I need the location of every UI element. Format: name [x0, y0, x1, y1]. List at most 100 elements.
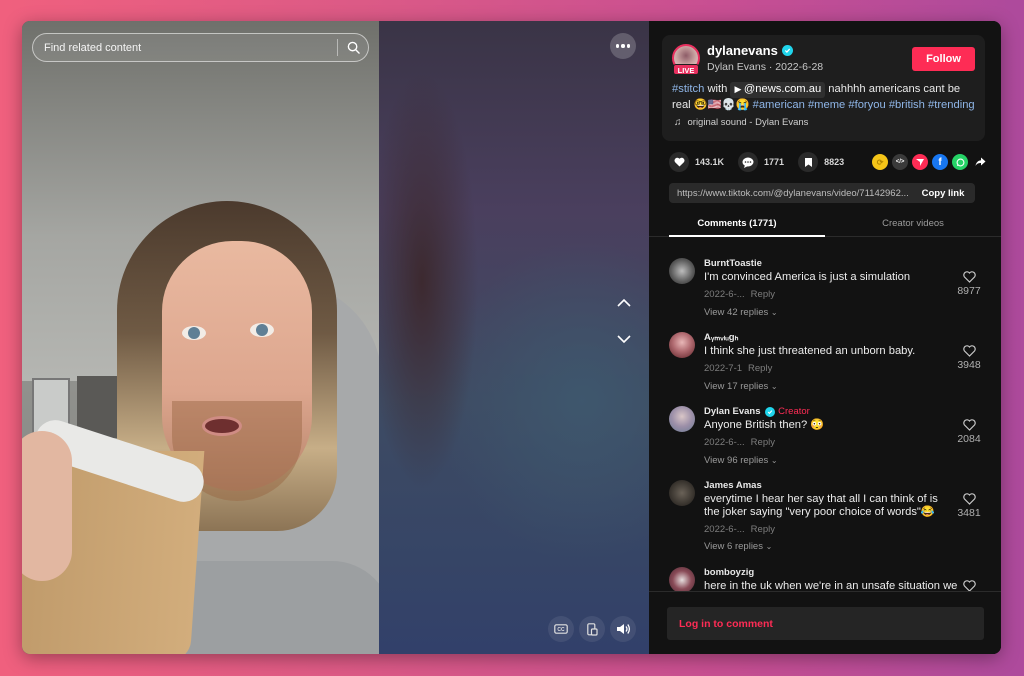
- reply-button[interactable]: Reply: [751, 289, 775, 300]
- heart-outline-icon: [962, 580, 976, 591]
- share-targets: ⟳ </> f: [872, 154, 988, 170]
- video-frame[interactable]: [22, 21, 379, 654]
- more-options-dot: [626, 44, 631, 48]
- commenter-avatar[interactable]: [669, 480, 695, 506]
- author-username-row[interactable]: dylanevans: [707, 43, 793, 58]
- comment-like-button[interactable]: 3948: [956, 345, 982, 371]
- comment-like-count: 3481: [957, 507, 981, 519]
- embed-code-icon: </>: [895, 159, 905, 165]
- volume-button[interactable]: [610, 616, 636, 642]
- repost-icon: ⟳: [876, 157, 884, 167]
- hashtag-link[interactable]: #foryou: [848, 99, 885, 111]
- chevron-down-icon: ⌄: [770, 382, 778, 391]
- related-search-input[interactable]: [33, 41, 337, 54]
- view-replies-button[interactable]: View 42 replies ⌄: [704, 307, 778, 318]
- more-options-icon: [615, 44, 620, 48]
- login-to-comment-button[interactable]: Log in to comment: [667, 607, 984, 640]
- send-to-friends-button[interactable]: [912, 154, 929, 170]
- commenter-name[interactable]: Aᵧₘᵥₗᵤgₕ: [704, 332, 738, 343]
- save-button[interactable]: 8823: [798, 152, 844, 172]
- save-circle: [798, 152, 819, 172]
- comment-list[interactable]: BurntToastie I'm convinced America is ju…: [649, 238, 1001, 591]
- comment-like-count: 8977: [957, 285, 981, 297]
- heart-outline-icon: [962, 345, 976, 357]
- hashtag-link[interactable]: #meme: [808, 99, 845, 111]
- send-icon: [916, 159, 925, 166]
- comment-like-button[interactable]: 3481: [956, 493, 982, 519]
- commenter-name[interactable]: James Amas: [704, 480, 762, 491]
- comment-date: 2022-6-...: [704, 437, 745, 448]
- whatsapp-share-button[interactable]: [952, 154, 969, 170]
- commenter-name-row[interactable]: Dylan Evans Creator: [704, 406, 810, 417]
- commenter-avatar[interactable]: [669, 332, 695, 358]
- video-player[interactable]: CC: [22, 21, 649, 654]
- author-username[interactable]: dylanevans: [707, 43, 778, 58]
- creator-label: Creator: [778, 406, 810, 417]
- comment-like-button[interactable]: 2084: [956, 419, 982, 445]
- author-subline: Dylan Evans · 2022-6-28: [707, 61, 824, 73]
- search-button[interactable]: [338, 33, 368, 62]
- tab-comments[interactable]: Comments (1771): [649, 213, 825, 237]
- comment-circle: [738, 152, 759, 172]
- comment-like-button[interactable]: [956, 580, 982, 591]
- action-bar: 143.1K 1771 8823 ⟳ </> f: [669, 151, 986, 173]
- view-replies-label: View 42 replies: [704, 307, 769, 318]
- more-options-button[interactable]: [610, 33, 636, 59]
- commenter-avatar[interactable]: [669, 567, 695, 591]
- comment-meta: 2022-6-... Reply: [704, 437, 775, 448]
- view-replies-button[interactable]: View 6 replies ⌄: [704, 541, 772, 552]
- comment-meta: 2022-6-... Reply: [704, 524, 775, 535]
- bookmark-icon: [804, 157, 812, 167]
- view-replies-button[interactable]: View 96 replies ⌄: [704, 455, 778, 466]
- next-video-button[interactable]: [613, 328, 635, 350]
- save-count: 8823: [824, 157, 845, 167]
- tab-creator-videos[interactable]: Creator videos: [825, 213, 1001, 236]
- reply-button[interactable]: Reply: [748, 363, 772, 374]
- play-icon: ▶: [734, 84, 744, 94]
- reply-button[interactable]: Reply: [751, 437, 775, 448]
- comment-date: 2022-6-...: [704, 289, 745, 300]
- more-options-dot: [621, 44, 625, 48]
- sound-link[interactable]: ♫ original sound - Dylan Evans: [674, 117, 808, 128]
- whatsapp-icon: [956, 158, 965, 166]
- commenter-avatar[interactable]: [669, 406, 695, 432]
- captions-button[interactable]: CC: [548, 616, 574, 642]
- view-replies-button[interactable]: View 17 replies ⌄: [704, 381, 778, 392]
- commenter-name[interactable]: Dylan Evans: [704, 406, 761, 417]
- comment-button[interactable]: 1771: [738, 152, 784, 172]
- related-search-box[interactable]: [32, 33, 369, 62]
- hashtag-link[interactable]: #trending: [928, 99, 975, 111]
- commenter-name[interactable]: bomboyzig: [704, 567, 754, 578]
- repost-button[interactable]: ⟳: [872, 154, 889, 170]
- hashtag-link[interactable]: #american: [753, 99, 805, 111]
- commenter-name[interactable]: BurntToastie: [704, 258, 762, 269]
- video-info-card: LIVE dylanevans Dylan Evans · 2022-6-28 …: [662, 35, 985, 141]
- floating-player-button[interactable]: [579, 616, 605, 642]
- reply-button[interactable]: Reply: [751, 524, 775, 535]
- comment-text: here in the uk when we're in an unsafe s…: [704, 580, 958, 591]
- comment-item: Dylan Evans Creator Anyone British then?…: [649, 406, 1001, 476]
- heart-outline-icon: [962, 493, 976, 505]
- author-avatar[interactable]: LIVE: [672, 44, 700, 75]
- follow-button[interactable]: Follow: [912, 47, 975, 71]
- heart-outline-icon: [962, 419, 976, 431]
- hashtag-link[interactable]: #british: [889, 99, 925, 111]
- description-emojis: 🤓🇺🇸💀😭: [693, 98, 750, 111]
- embed-button[interactable]: </>: [892, 154, 909, 170]
- like-button[interactable]: 143.1K: [669, 152, 724, 172]
- comment-like-button[interactable]: 8977: [956, 271, 982, 297]
- video-link-text[interactable]: https://www.tiktok.com/@dylanevans/video…: [669, 188, 911, 199]
- hashtag-stitch[interactable]: #stitch: [672, 83, 704, 95]
- comment-item: BurntToastie I'm convinced America is ju…: [649, 258, 1001, 328]
- mention-link[interactable]: ▶ @news.com.au: [730, 82, 826, 98]
- previous-video-button[interactable]: [613, 291, 635, 313]
- video-person-eye-left: [182, 326, 206, 340]
- facebook-share-button[interactable]: f: [932, 154, 949, 170]
- view-replies-label: View 96 replies: [704, 455, 769, 466]
- commenter-avatar[interactable]: [669, 258, 695, 284]
- live-badge: LIVE: [673, 64, 699, 75]
- floating-player-icon: [586, 622, 598, 636]
- copy-link-button[interactable]: Copy link: [911, 183, 975, 203]
- comment-like-count: 3948: [957, 359, 981, 371]
- more-share-button[interactable]: [972, 154, 988, 170]
